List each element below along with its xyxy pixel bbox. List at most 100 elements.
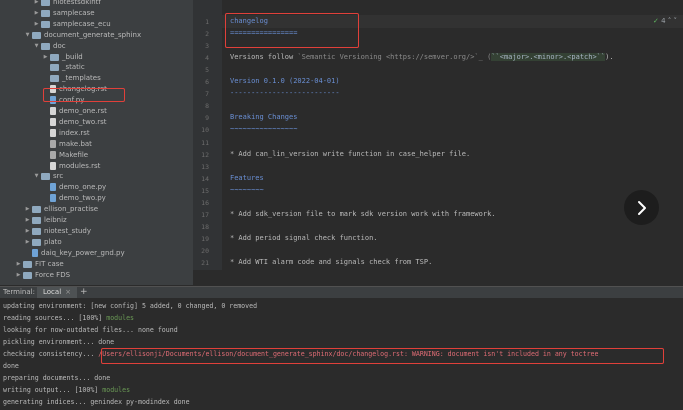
tree-item-label: leibniz	[44, 216, 67, 224]
tree-item-label: demo_one.rst	[59, 107, 107, 115]
tree-item-label: _build	[62, 52, 83, 61]
tree-item[interactable]: demo_two.py	[0, 193, 106, 204]
chevron-right-icon[interactable]: ▶	[15, 270, 22, 281]
terminal-line: pickling environment... done	[3, 338, 115, 346]
line-number: 7	[205, 90, 209, 99]
file-icon	[50, 139, 56, 148]
folder-icon	[32, 238, 41, 246]
code-line-15: ~~~~~~~~	[230, 186, 264, 194]
chevron-right-icon[interactable]: ▶	[42, 52, 49, 63]
chevron-right-icon[interactable]: ▶	[24, 237, 31, 248]
tree-item-label: _templates	[62, 74, 101, 83]
tree-item-label: samplecase_ecu	[53, 19, 111, 28]
tree-item[interactable]: index.rst	[0, 128, 90, 139]
close-icon[interactable]: ×	[65, 288, 71, 296]
tree-item-label: Force FDS	[35, 270, 71, 279]
folder-icon	[50, 75, 59, 83]
tree-item[interactable]: _static	[0, 62, 85, 73]
tree-item[interactable]: ▶ niotestsdkintf	[0, 0, 101, 8]
chevron-right-icon[interactable]: ▶	[33, 19, 40, 30]
tree-item[interactable]: daiq_key_power_gnd.py	[0, 248, 125, 259]
code-literal: ``<major>.<minor>.<patch>``	[491, 53, 606, 61]
code-line-6: Version 0.1.0 (2022-04-01)	[230, 77, 340, 85]
chevron-down-icon[interactable]: ▼	[24, 30, 31, 41]
line-number: 18	[201, 222, 209, 231]
tree-item-label: demo_one.py	[59, 183, 107, 192]
folder-icon	[41, 20, 50, 28]
tree-item-label: document_generate_sphinx	[44, 30, 142, 39]
tree-item[interactable]: ▼ src	[0, 171, 63, 182]
tree-item[interactable]: demo_one.py	[0, 182, 106, 193]
tree-item-label: index.rst	[59, 128, 90, 137]
terminal-line: preparing documents... done	[3, 374, 111, 382]
tree-item-label: _static	[62, 63, 85, 72]
chevron-down-icon: ˅	[673, 17, 678, 25]
tree-item-label: doc	[53, 41, 66, 50]
tree-item[interactable]: make.bat	[0, 139, 92, 150]
folder-icon	[41, 9, 50, 17]
code-line-4: Versions follow `Semantic Versioning <ht…	[230, 53, 614, 61]
terminal-line: writing output... [100%] modules	[3, 386, 130, 394]
tree-item[interactable]: ▶ ellison_practise	[0, 204, 98, 215]
chevron-right-icon[interactable]: ▶	[24, 204, 31, 215]
tree-item-label: Makefile	[59, 150, 89, 159]
line-number: 3	[205, 42, 209, 51]
tree-item[interactable]: Makefile	[0, 150, 88, 161]
file-icon	[50, 194, 56, 203]
code-line-17: * Add sdk_version file to mark sdk versi…	[230, 210, 496, 218]
code-text: ).	[605, 53, 614, 61]
terminal-text: reading sources... [100%]	[3, 314, 107, 322]
tree-item[interactable]: demo_two.rst	[0, 117, 106, 128]
tree-item[interactable]: modules.rst	[0, 161, 100, 172]
tree-item[interactable]: ▶ leibniz	[0, 215, 67, 226]
file-icon	[50, 183, 56, 192]
folder-icon	[50, 64, 59, 72]
next-slide-button[interactable]	[624, 190, 659, 225]
chevron-right-icon[interactable]: ▶	[24, 226, 31, 237]
terminal-label: Terminal:	[3, 288, 35, 296]
folder-icon	[32, 31, 41, 39]
file-icon	[50, 117, 56, 126]
terminal-tab-label: Local	[43, 288, 62, 296]
chevron-down-icon[interactable]: ▼	[33, 41, 40, 52]
line-number: 8	[205, 102, 209, 111]
tree-item[interactable]: demo_one.rst	[0, 106, 107, 117]
tree-item[interactable]: ▶ samplecase	[0, 8, 95, 19]
chevron-right-icon[interactable]: ▶	[24, 215, 31, 226]
chevron-right-icon[interactable]: ▶	[33, 0, 40, 8]
tree-item[interactable]: ▶ Force FDS	[0, 270, 70, 281]
line-number: 13	[201, 162, 209, 171]
annotation-box-changelog-title	[225, 13, 359, 48]
folder-icon	[41, 0, 50, 6]
tree-item[interactable]: _templates	[0, 73, 101, 84]
tree-item[interactable]: ▶ niotest_study	[0, 226, 91, 237]
file-icon	[50, 107, 56, 115]
terminal-module: modules	[102, 386, 131, 394]
tree-item[interactable]: ▼ document_generate_sphinx	[0, 30, 141, 41]
file-icon	[32, 248, 38, 257]
line-number: 6	[205, 78, 209, 87]
tree-item[interactable]: ▶ plato	[0, 237, 62, 248]
add-terminal-button[interactable]: +	[80, 287, 88, 298]
terminal-line: looking for now-outdated files... none f…	[3, 326, 178, 334]
code-line-7: --------------------------	[230, 89, 340, 97]
tree-item[interactable]: ▶ samplecase_ecu	[0, 19, 111, 30]
tree-item-label: plato	[44, 237, 62, 246]
chevron-right-icon[interactable]: ▶	[33, 8, 40, 19]
line-number: 16	[201, 198, 209, 207]
tree-item[interactable]: ▶ FIT case	[0, 259, 64, 270]
inspection-count: 4	[661, 17, 666, 25]
chevron-right-icon	[637, 200, 646, 215]
chevron-down-icon[interactable]: ▼	[33, 171, 40, 182]
tree-item[interactable]: ▼ doc	[0, 41, 66, 52]
inspection-indicator[interactable]: ✓ 4 ˄ ˅	[653, 17, 677, 25]
folder-icon	[23, 260, 32, 268]
folder-icon	[32, 206, 41, 214]
code-line-9: Breaking Changes	[230, 113, 298, 121]
tree-item[interactable]: ▶ _build	[0, 52, 83, 63]
tree-item-label: ellison_practise	[44, 205, 99, 214]
terminal-tab-local[interactable]: Local ×	[37, 287, 78, 298]
code-text: Versions follow	[230, 53, 298, 61]
chevron-right-icon[interactable]: ▶	[15, 259, 22, 270]
line-number: 14	[201, 174, 209, 183]
